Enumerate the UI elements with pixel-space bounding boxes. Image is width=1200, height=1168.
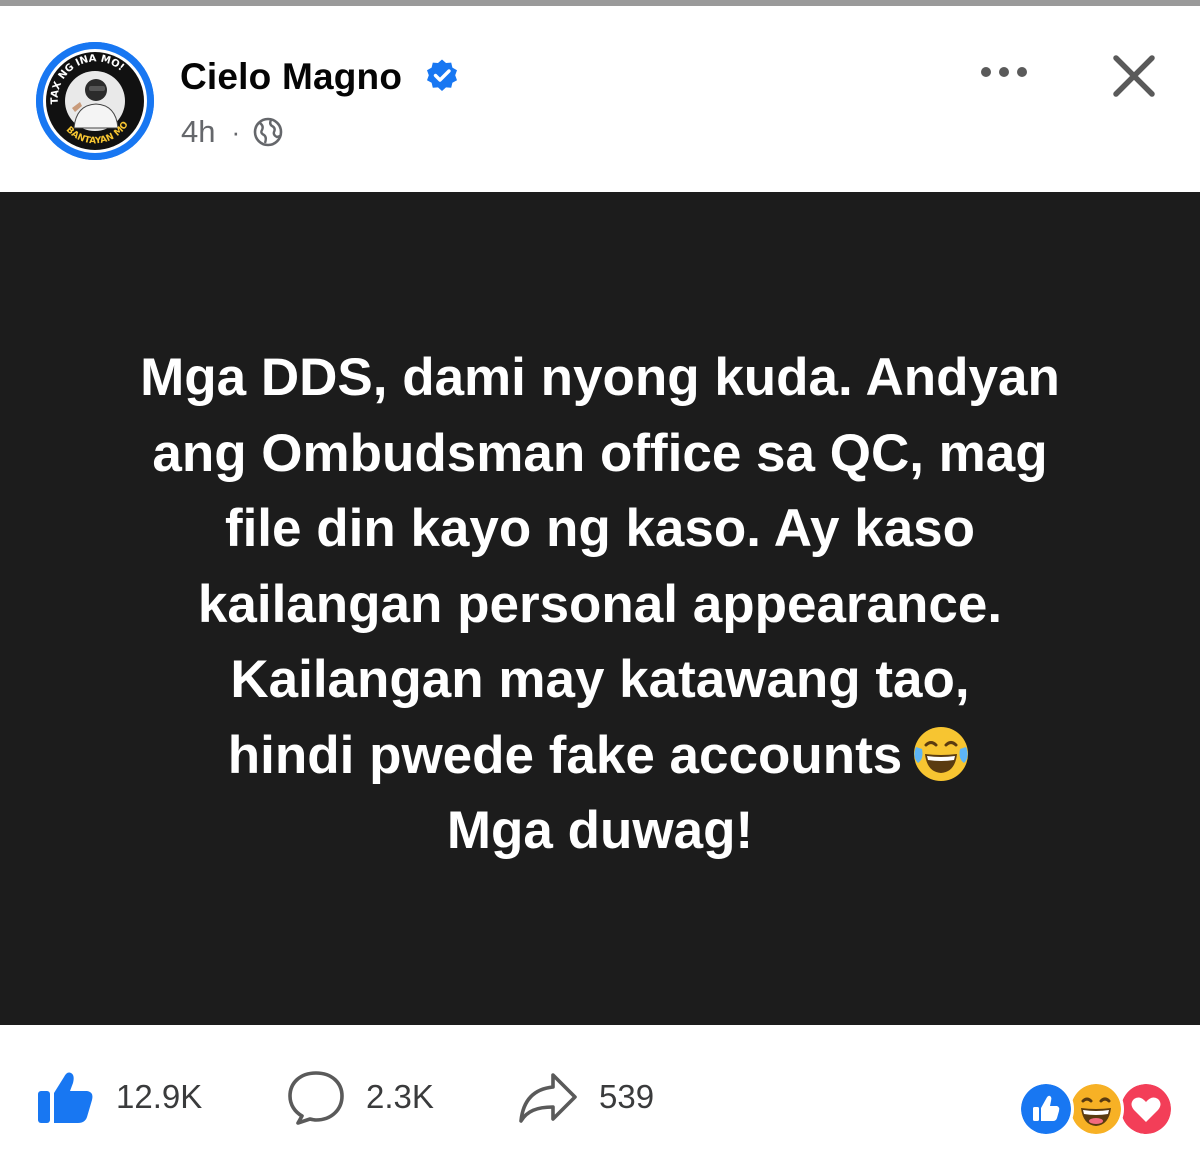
like-button[interactable]: 12.9K — [36, 1069, 202, 1125]
post-text-line: hindi pwede fake accounts — [227, 725, 903, 785]
post-text-line: ang Ombudsman office sa QC, mag — [152, 423, 1048, 483]
haha-reaction-icon — [1068, 1081, 1124, 1137]
author-name[interactable]: Cielo Magno — [180, 56, 402, 98]
post-content-card: Mga DDS, dami nyong kuda. Andyan ang Omb… — [0, 192, 1200, 1025]
top-divider — [0, 0, 1200, 6]
like-reaction-icon — [1018, 1081, 1074, 1137]
post-text-line: Mga DDS, dami nyong kuda. Andyan — [140, 348, 1060, 407]
share-button[interactable]: 539 — [517, 1069, 654, 1125]
post-text-line: Kailangan may katawang tao, — [230, 650, 970, 709]
post-footer: 12.9K 2.3K 539 — [0, 1025, 1200, 1168]
share-icon — [519, 1073, 577, 1123]
post-text-line-with-emoji: hindi pwede fake accounts — [0, 718, 1200, 794]
meta-separator: · — [231, 116, 241, 147]
verified-badge-icon — [427, 59, 457, 91]
post-text-line: kailangan personal appearance. — [197, 574, 1003, 634]
post-meta: 4h · — [181, 112, 284, 152]
comment-count: 2.3K — [366, 1078, 434, 1115]
close-icon[interactable] — [1106, 48, 1162, 104]
comment-button[interactable]: 2.3K — [286, 1069, 434, 1125]
more-options-button[interactable] — [972, 52, 1036, 92]
post-text: Mga DDS, dami nyong kuda. Andyan ang Omb… — [0, 340, 1200, 869]
post-text-line: Mga duwag! — [446, 801, 754, 860]
love-reaction-icon — [1118, 1081, 1174, 1137]
like-count: 12.9K — [116, 1078, 203, 1115]
share-count: 539 — [599, 1078, 655, 1115]
reaction-summary[interactable] — [1018, 1081, 1174, 1137]
post-text-line: file din kayo ng kaso. Ay kaso — [224, 499, 976, 558]
tears-of-joy-emoji-icon — [914, 726, 969, 781]
more-options-icon — [981, 67, 1027, 77]
globe-icon[interactable] — [252, 116, 284, 148]
comment-icon — [288, 1071, 344, 1125]
author-avatar[interactable]: TAX NG INA MO! BANTAYAN MO! — [36, 42, 154, 160]
post-time[interactable]: 4h — [181, 114, 215, 150]
like-icon — [38, 1072, 93, 1123]
